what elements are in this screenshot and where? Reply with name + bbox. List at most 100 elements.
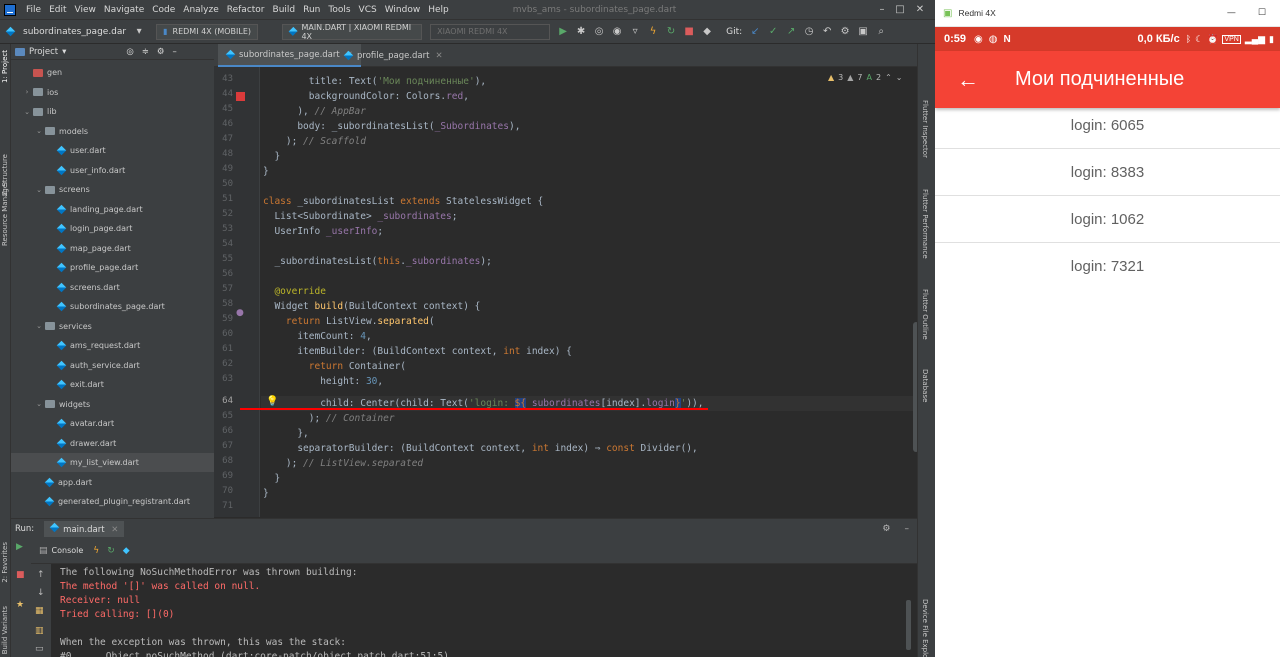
gear-icon[interactable]: ⚙ xyxy=(882,524,890,534)
menu-code[interactable]: Code xyxy=(148,5,179,15)
tree-item[interactable]: avatar.dart xyxy=(11,414,214,433)
project-header-label[interactable]: Project xyxy=(29,47,58,57)
override-marker-icon[interactable]: ● xyxy=(236,308,244,318)
expand-arrow-icon[interactable]: › xyxy=(23,88,31,96)
list-item[interactable]: login: 6065 xyxy=(935,102,1280,148)
resource-manager-tool-button[interactable]: Resource Manager xyxy=(1,181,9,246)
chevron-down-icon[interactable]: ⌄ xyxy=(896,73,903,82)
tree-item[interactable]: profile_page.dart xyxy=(11,258,214,277)
menu-tools[interactable]: Tools xyxy=(324,5,354,15)
tree-item[interactable]: app.dart xyxy=(11,473,214,492)
tree-item[interactable]: login_page.dart xyxy=(11,219,214,238)
menu-view[interactable]: View xyxy=(71,5,100,15)
expand-arrow-icon[interactable]: ⌄ xyxy=(35,186,43,194)
menu-navigate[interactable]: Navigate xyxy=(100,5,148,15)
expand-arrow-icon[interactable]: ⌄ xyxy=(35,400,43,408)
flutter-inspector-tool-button[interactable]: Flutter Inspector xyxy=(921,100,929,158)
inspection-widget[interactable]: ▲ 3 ▲ 7 A2 ⌃ ⌄ xyxy=(828,73,902,82)
close-tab-icon[interactable]: ✕ xyxy=(111,525,118,535)
rerun-icon[interactable]: ▶ xyxy=(16,542,23,552)
list-item[interactable]: login: 1062 xyxy=(935,196,1280,242)
tree-item[interactable]: auth_service.dart xyxy=(11,356,214,375)
back-arrow-icon[interactable]: ← xyxy=(957,67,979,93)
search-icon[interactable]: ⌕ xyxy=(874,25,888,39)
tab-profile-page[interactable]: profile_page.dart ✕ xyxy=(336,44,451,67)
menu-window[interactable]: Window xyxy=(381,5,425,15)
run-icon[interactable]: ▶ xyxy=(556,25,570,39)
tree-item[interactable]: ⌄ lib xyxy=(11,102,214,121)
tree-item[interactable]: my_list_view.dart xyxy=(11,453,214,472)
menu-help[interactable]: Help xyxy=(424,5,453,15)
close-tab-icon[interactable]: ✕ xyxy=(435,51,442,61)
hot-reload-icon[interactable]: ϟ xyxy=(646,25,660,39)
flutter-devtools-icon[interactable]: ◆ xyxy=(123,546,130,556)
tree-item[interactable]: ⌄ widgets xyxy=(11,395,214,414)
print-icon[interactable]: ▥ xyxy=(35,626,44,636)
menu-refactor[interactable]: Refactor xyxy=(223,5,269,15)
attach-icon[interactable]: ▿ xyxy=(628,25,642,39)
target-icon[interactable]: ◎ xyxy=(126,47,133,57)
scroll-up-icon[interactable]: ↑ xyxy=(37,570,45,580)
tree-item[interactable]: user.dart xyxy=(11,141,214,160)
hot-restart-icon[interactable]: ↻ xyxy=(664,25,678,39)
expand-arrow-icon[interactable]: ⌄ xyxy=(35,127,43,135)
run-config-selector[interactable]: MAIN.DART | XIAOMI REDMI 4X xyxy=(282,23,423,41)
list-item[interactable]: login: 8383 xyxy=(935,149,1280,195)
device2-selector[interactable]: XIAOMI REDMI 4X xyxy=(430,23,551,40)
menu-edit[interactable]: Edit xyxy=(45,5,70,15)
menu-analyze[interactable]: Analyze xyxy=(179,5,222,15)
minimize-icon[interactable]: — xyxy=(1227,8,1236,18)
git-push-icon[interactable]: ↗ xyxy=(784,25,798,39)
layout-icon[interactable]: ▣ xyxy=(856,25,870,39)
tree-item[interactable]: subordinates_page.dart xyxy=(11,297,214,316)
menu-build[interactable]: Build xyxy=(269,5,300,15)
maximize-icon[interactable]: □ xyxy=(893,3,907,17)
coverage-icon[interactable]: ◎ xyxy=(592,25,606,39)
debug-icon[interactable]: ✱ xyxy=(574,25,588,39)
tree-item[interactable]: landing_page.dart xyxy=(11,200,214,219)
project-tool-button[interactable]: 1: Project xyxy=(1,50,9,83)
close-icon[interactable]: ✕ xyxy=(913,3,927,17)
hide-icon[interactable]: – xyxy=(905,524,910,534)
chevron-up-icon[interactable]: ⌃ xyxy=(885,73,892,82)
tree-item[interactable]: gen xyxy=(11,63,214,82)
device-file-explorer-tool-button[interactable]: Device File Explorer xyxy=(921,599,929,657)
chevron-down-icon[interactable]: ▾ xyxy=(132,25,146,39)
git-update-icon[interactable]: ↙ xyxy=(748,25,762,39)
console-tab[interactable]: Console xyxy=(52,546,84,555)
build-variants-tool-button[interactable]: Build Variants xyxy=(1,606,9,654)
lightbulb-icon[interactable]: 💡 xyxy=(266,396,278,407)
tree-item[interactable]: ⌄ models xyxy=(11,122,214,141)
tree-item[interactable]: ams_request.dart xyxy=(11,336,214,355)
flutter-inspector-icon[interactable]: ◆ xyxy=(700,25,714,39)
pin-icon[interactable]: ★ xyxy=(16,600,24,610)
favorites-tool-button[interactable]: 2: Favorites xyxy=(1,542,9,583)
flutter-performance-tool-button[interactable]: Flutter Performance xyxy=(921,189,929,259)
tree-item[interactable]: user_info.dart xyxy=(11,161,214,180)
hot-restart-icon[interactable]: ↻ xyxy=(107,546,115,556)
scroll-down-icon[interactable]: ↓ xyxy=(37,588,45,598)
stop-icon[interactable]: ■ xyxy=(682,25,696,39)
tree-item[interactable]: drawer.dart xyxy=(11,434,214,453)
console-output[interactable]: The following NoSuchMethodError was thro… xyxy=(52,564,912,657)
tree-item[interactable]: ⌄ services xyxy=(11,317,214,336)
menu-run[interactable]: Run xyxy=(299,5,324,15)
hot-reload-icon[interactable]: ϟ xyxy=(93,546,99,556)
database-tool-button[interactable]: Database xyxy=(921,369,929,402)
git-history-icon[interactable]: ◷ xyxy=(802,25,816,39)
expand-arrow-icon[interactable]: ⌄ xyxy=(35,322,43,330)
console-scrollbar-thumb[interactable] xyxy=(906,600,911,650)
trash-icon[interactable]: ▭ xyxy=(35,644,44,654)
maximize-icon[interactable]: ☐ xyxy=(1258,8,1266,18)
menu-file[interactable]: File xyxy=(22,5,45,15)
run-tab-main[interactable]: main.dart ✕ xyxy=(44,520,125,537)
profile-icon[interactable]: ◉ xyxy=(610,25,624,39)
hide-icon[interactable]: – xyxy=(173,47,177,57)
flutter-outline-tool-button[interactable]: Flutter Outline xyxy=(921,289,929,340)
minimize-icon[interactable]: – xyxy=(875,3,889,17)
device-selector[interactable]: ▮ REDMI 4X (MOBILE) xyxy=(156,23,259,40)
git-rollback-icon[interactable]: ↶ xyxy=(820,25,834,39)
list-item[interactable]: login: 7321 xyxy=(935,243,1280,289)
breadcrumb[interactable]: subordinates_page.dar xyxy=(19,27,130,37)
tree-item[interactable]: generated_plugin_registrant.dart xyxy=(11,492,214,511)
